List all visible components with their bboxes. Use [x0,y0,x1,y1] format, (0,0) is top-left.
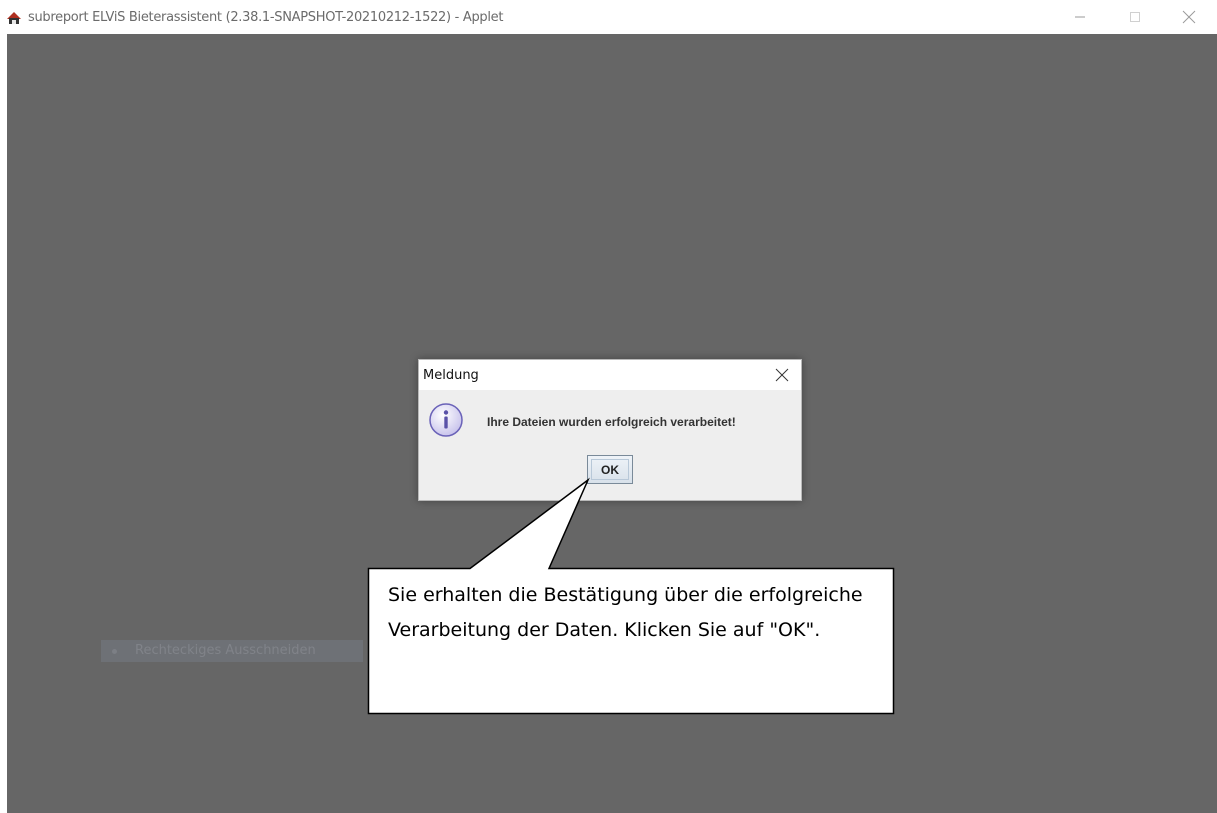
ok-button-label: OK [591,459,629,480]
dialog-title: Meldung [423,368,479,383]
message-dialog: Meldung Ihre Dateien wurden erfolgreich … [418,359,802,501]
ok-button[interactable]: OK [587,455,633,484]
window-title: subreport ELViS Bieterassistent (2.38.1-… [28,10,504,25]
dialog-close-icon[interactable] [773,366,791,384]
dialog-message: Ihre Dateien wurden erfolgreich verarbei… [487,415,736,429]
radio-dot-icon [112,649,117,654]
ghost-menu-item: Rechteckiges Ausschneiden [101,640,363,662]
info-icon [429,403,463,437]
callout-text: Sie erhalten die Bestätigung über die er… [388,584,863,641]
maximize-icon[interactable] [1126,8,1144,26]
ghost-menu-item-label: Rechteckiges Ausschneiden [135,643,316,658]
minimize-icon[interactable] [1071,8,1089,26]
close-icon[interactable] [1180,8,1198,26]
dialog-titlebar[interactable]: Meldung [419,360,801,390]
app-icon [6,9,22,25]
window-titlebar[interactable]: subreport ELViS Bieterassistent (2.38.1-… [0,0,1217,34]
